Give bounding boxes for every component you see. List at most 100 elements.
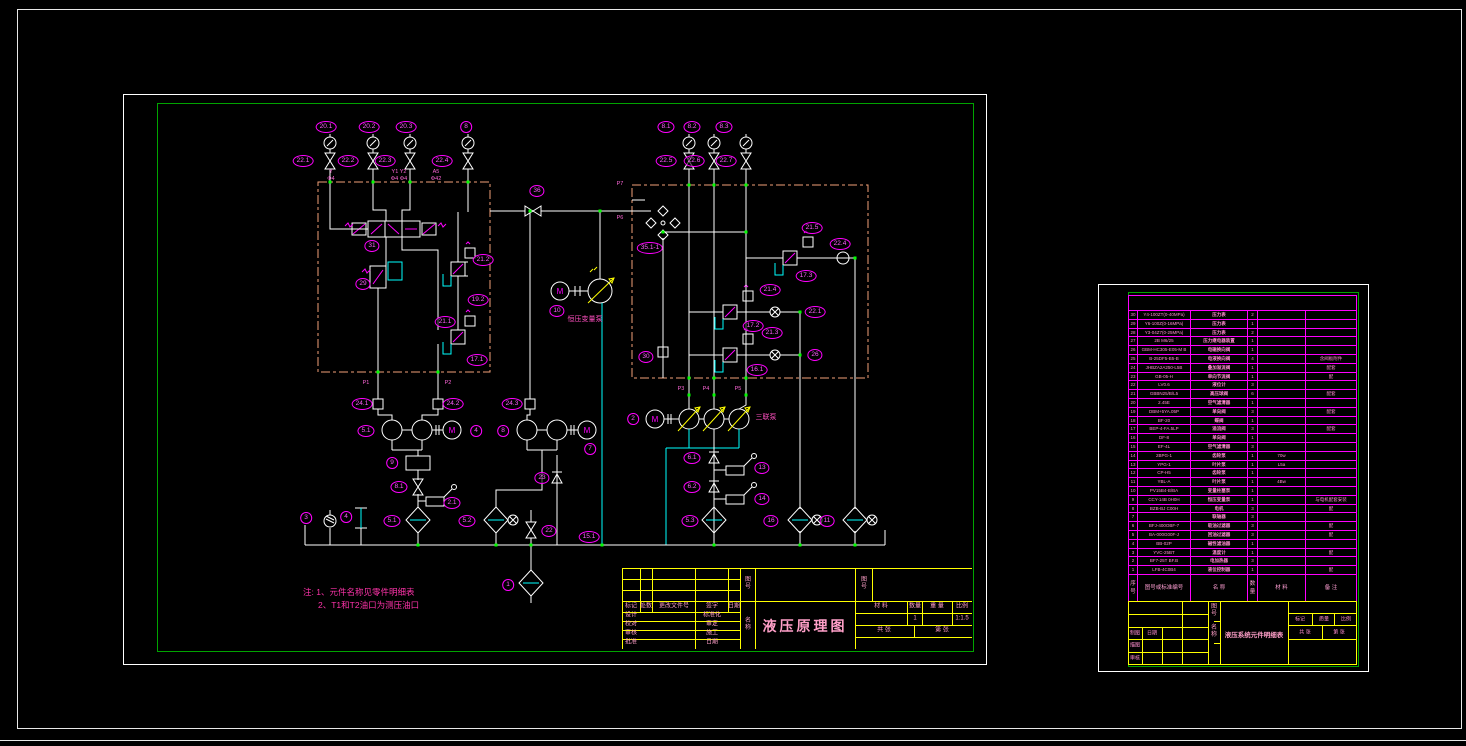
port-label: P3 xyxy=(677,386,685,392)
part-model: DF-8 xyxy=(1138,434,1191,443)
junction-dots xyxy=(328,180,857,547)
relief-valve-stack-upper xyxy=(443,242,475,286)
part-name: 叠加溢流阀 xyxy=(1191,363,1248,373)
part-model: PV15B4-B/BA xyxy=(1138,486,1191,496)
component-label: 22.3 xyxy=(374,155,396,167)
right-relief-bottom xyxy=(689,328,800,372)
part-no: 29 xyxy=(1129,319,1138,329)
part-note xyxy=(1306,434,1356,443)
scale-label: 比例 xyxy=(955,603,969,610)
part-material: 70w xyxy=(1258,451,1306,461)
component-label: 22.4 xyxy=(431,155,453,167)
header-cell: 材 料 xyxy=(1258,574,1306,601)
part-note xyxy=(1306,320,1356,329)
part-no: 17 xyxy=(1129,425,1138,435)
table-row: 22 LV0.6 液位计 3 xyxy=(1129,381,1356,391)
parts-table-header: 序号 图号或标准编号 名 称 数量 材 料 备 注 xyxy=(1129,574,1356,601)
sign-label: 批准 xyxy=(624,639,638,646)
part-no: 20 xyxy=(1129,398,1138,408)
table-row: 9 CCY-14B 0H0H 恒压变量泵 1 与电机配套安装 xyxy=(1129,495,1356,505)
tb2-drawing-no: 图号 xyxy=(1210,604,1217,617)
part-qty: 6 xyxy=(1248,390,1258,399)
part-model: Y6-100Z(0-16MPa) xyxy=(1138,319,1191,329)
part-no: 16 xyxy=(1129,434,1138,443)
tb2-mini-label: 制图 xyxy=(1129,630,1141,637)
port-label: P7 xyxy=(616,181,624,187)
part-name: 单向阀 xyxy=(1191,407,1248,417)
part-no: 18 xyxy=(1129,416,1138,426)
part-qty: 1 xyxy=(1248,548,1258,558)
sign-label: 标准化 xyxy=(702,612,722,619)
part-model: DBM+5YA.05P xyxy=(1138,407,1191,417)
part-material xyxy=(1258,522,1306,531)
component-label: 20.2 xyxy=(358,121,380,133)
component-label: 21.2 xyxy=(472,254,494,266)
part-no: 28 xyxy=(1129,328,1138,338)
part-no: 26 xyxy=(1129,346,1138,355)
component-label: 3 xyxy=(300,512,312,524)
table-row: 7 联轴器 3 xyxy=(1129,513,1356,523)
component-label: 17.3 xyxy=(795,270,817,282)
cad-model-space: M M M M 20.1 20.2 20.3 8 22.1 22.2 22.3 … xyxy=(0,0,1466,746)
part-no: 10 xyxy=(1129,486,1138,496)
port-label: Φ42 xyxy=(430,176,442,182)
sign-label: 审定 xyxy=(705,621,719,628)
part-note xyxy=(1306,461,1356,470)
header-cell: 序号 xyxy=(1129,574,1138,601)
part-note: 配 xyxy=(1306,549,1356,558)
table-row: 26 GBM-HC305-E05-M B 电磁换向阀 1 xyxy=(1129,346,1356,355)
table-row: 21 GBBN25/B/L5 高压球阀 6 配套 xyxy=(1129,390,1356,399)
part-no: 27 xyxy=(1129,337,1138,347)
part-material xyxy=(1258,530,1306,540)
table-row: 8 BZB-BJ C00H 电机 3 配 xyxy=(1129,504,1356,514)
table-row: 25 B-25DF5-B5-B 电液换向阀 4 含阀板附件 xyxy=(1129,354,1356,364)
part-model: Y4-100ZT(0-40MPa) xyxy=(1138,311,1191,320)
part-name: 温度计 xyxy=(1191,548,1248,558)
part-no: 15 xyxy=(1129,442,1138,452)
part-note xyxy=(1306,381,1356,391)
table-row: 13 YPG-1 叶片泵 1 L5a xyxy=(1129,460,1356,470)
rev-col-label: 更改文件号 xyxy=(658,603,690,610)
sign-label: 日期 xyxy=(705,639,719,646)
component-label: 22.5 xyxy=(655,155,677,167)
table-row: 3 YVC-25BT 温度计 1 配 xyxy=(1129,548,1356,558)
part-model: 2BPG-1 xyxy=(1138,451,1191,461)
rotary-unit-cluster xyxy=(632,200,680,240)
rev-col-label: 处数 xyxy=(639,603,653,610)
port-label: Y xyxy=(329,169,333,175)
part-name: 压力表 xyxy=(1191,311,1248,320)
part-qty: 3 xyxy=(1248,407,1258,417)
part-no: 8 xyxy=(1129,504,1138,514)
component-label: 20.1 xyxy=(315,121,337,133)
part-note xyxy=(1306,487,1356,496)
part-note xyxy=(1306,337,1356,347)
part-no: 1 xyxy=(1129,566,1138,575)
port-label: A5 xyxy=(432,169,440,175)
part-material xyxy=(1258,495,1306,505)
scale-value: 1:1.5 xyxy=(955,615,969,622)
part-material xyxy=(1258,566,1306,575)
component-label: 15.1 xyxy=(578,531,600,543)
part-qty: 2 xyxy=(1248,311,1258,320)
parts-list-table: 30 Y4-100ZT(0-40MPa) 压力表 2 29 Y6-100Z(0-… xyxy=(1128,295,1357,602)
qty-label: 数量 xyxy=(908,603,922,610)
table-row: 15 EF-4L 空气滤清器 3 xyxy=(1129,442,1356,452)
part-name: 齿轮泵 xyxy=(1191,469,1248,479)
part-name: 单向阀 xyxy=(1191,434,1248,443)
tb2-cell: 标记 xyxy=(1294,616,1306,623)
part-name: 联轴器 xyxy=(1191,513,1248,523)
part-name: 压力表 xyxy=(1191,328,1248,338)
part-model: GBM-HC305-E05-M B xyxy=(1138,346,1191,355)
part-qty: 3 xyxy=(1248,381,1258,391)
component-label: 8 xyxy=(460,121,472,133)
part-qty: 1 xyxy=(1248,346,1258,355)
part-material: L5a xyxy=(1258,460,1306,470)
part-model: JHBZA2A250-L5B xyxy=(1138,363,1191,373)
part-no: 11 xyxy=(1129,478,1138,487)
part-no: 21 xyxy=(1129,390,1138,399)
table-row: 29 Y6-100Z(0-16MPa) 压力表 1 xyxy=(1129,319,1356,329)
sheets-label: 共 张 xyxy=(877,627,891,634)
part-name: 液位控制器 xyxy=(1191,566,1248,575)
part-name: 电磁换向阀 xyxy=(1191,346,1248,355)
part-model: B-25DF5-B5-B xyxy=(1138,354,1191,364)
